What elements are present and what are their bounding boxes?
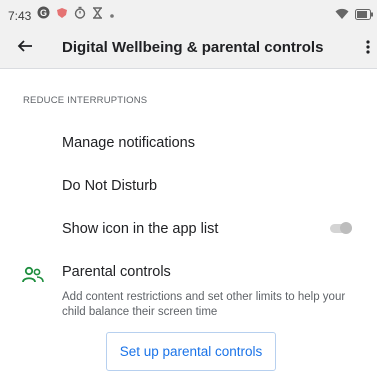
svg-text:G: G — [40, 8, 47, 18]
arrow-left-icon — [17, 38, 33, 59]
app-bar: Digital Wellbeing & parental controls — [0, 30, 377, 69]
timer-icon — [74, 6, 86, 24]
shield-icon — [56, 6, 68, 24]
do-not-disturb-item[interactable]: Do Not Disturb — [0, 168, 377, 208]
system-icons — [335, 7, 373, 25]
overflow-menu-button[interactable] — [361, 38, 375, 60]
status-bar: 7:43 G — [0, 0, 377, 30]
people-icon — [22, 266, 44, 284]
show-icon-in-app-list-label: Show icon in the app list — [62, 221, 219, 237]
battery-icon — [355, 7, 373, 25]
parental-controls-title: Parental controls — [62, 264, 171, 280]
notification-icons: G — [37, 6, 115, 24]
do-not-disturb-label: Do Not Disturb — [62, 178, 158, 194]
hourglass-icon — [92, 6, 103, 24]
parental-controls-description: Add content restrictions and set other l… — [62, 291, 346, 318]
page-title: Digital Wellbeing & parental controls — [62, 39, 324, 56]
google-icon: G — [37, 6, 50, 24]
show-icon-in-app-list-item[interactable]: Show icon in the app list — [0, 210, 377, 250]
more-vert-icon — [366, 39, 370, 59]
status-time: 7:43 — [8, 9, 32, 23]
show-icon-toggle[interactable] — [330, 221, 352, 235]
section-header-reduce-interruptions: REDUCE INTERRUPTIONS — [23, 95, 148, 106]
manage-notifications-label: Manage notifications — [62, 135, 195, 151]
toggle-thumb — [340, 222, 352, 234]
back-button[interactable] — [14, 37, 36, 59]
dot-icon — [109, 6, 115, 24]
manage-notifications-item[interactable]: Manage notifications — [0, 124, 377, 164]
set-up-parental-controls-button[interactable]: Set up parental controls — [106, 332, 276, 371]
wifi-icon — [335, 7, 349, 25]
